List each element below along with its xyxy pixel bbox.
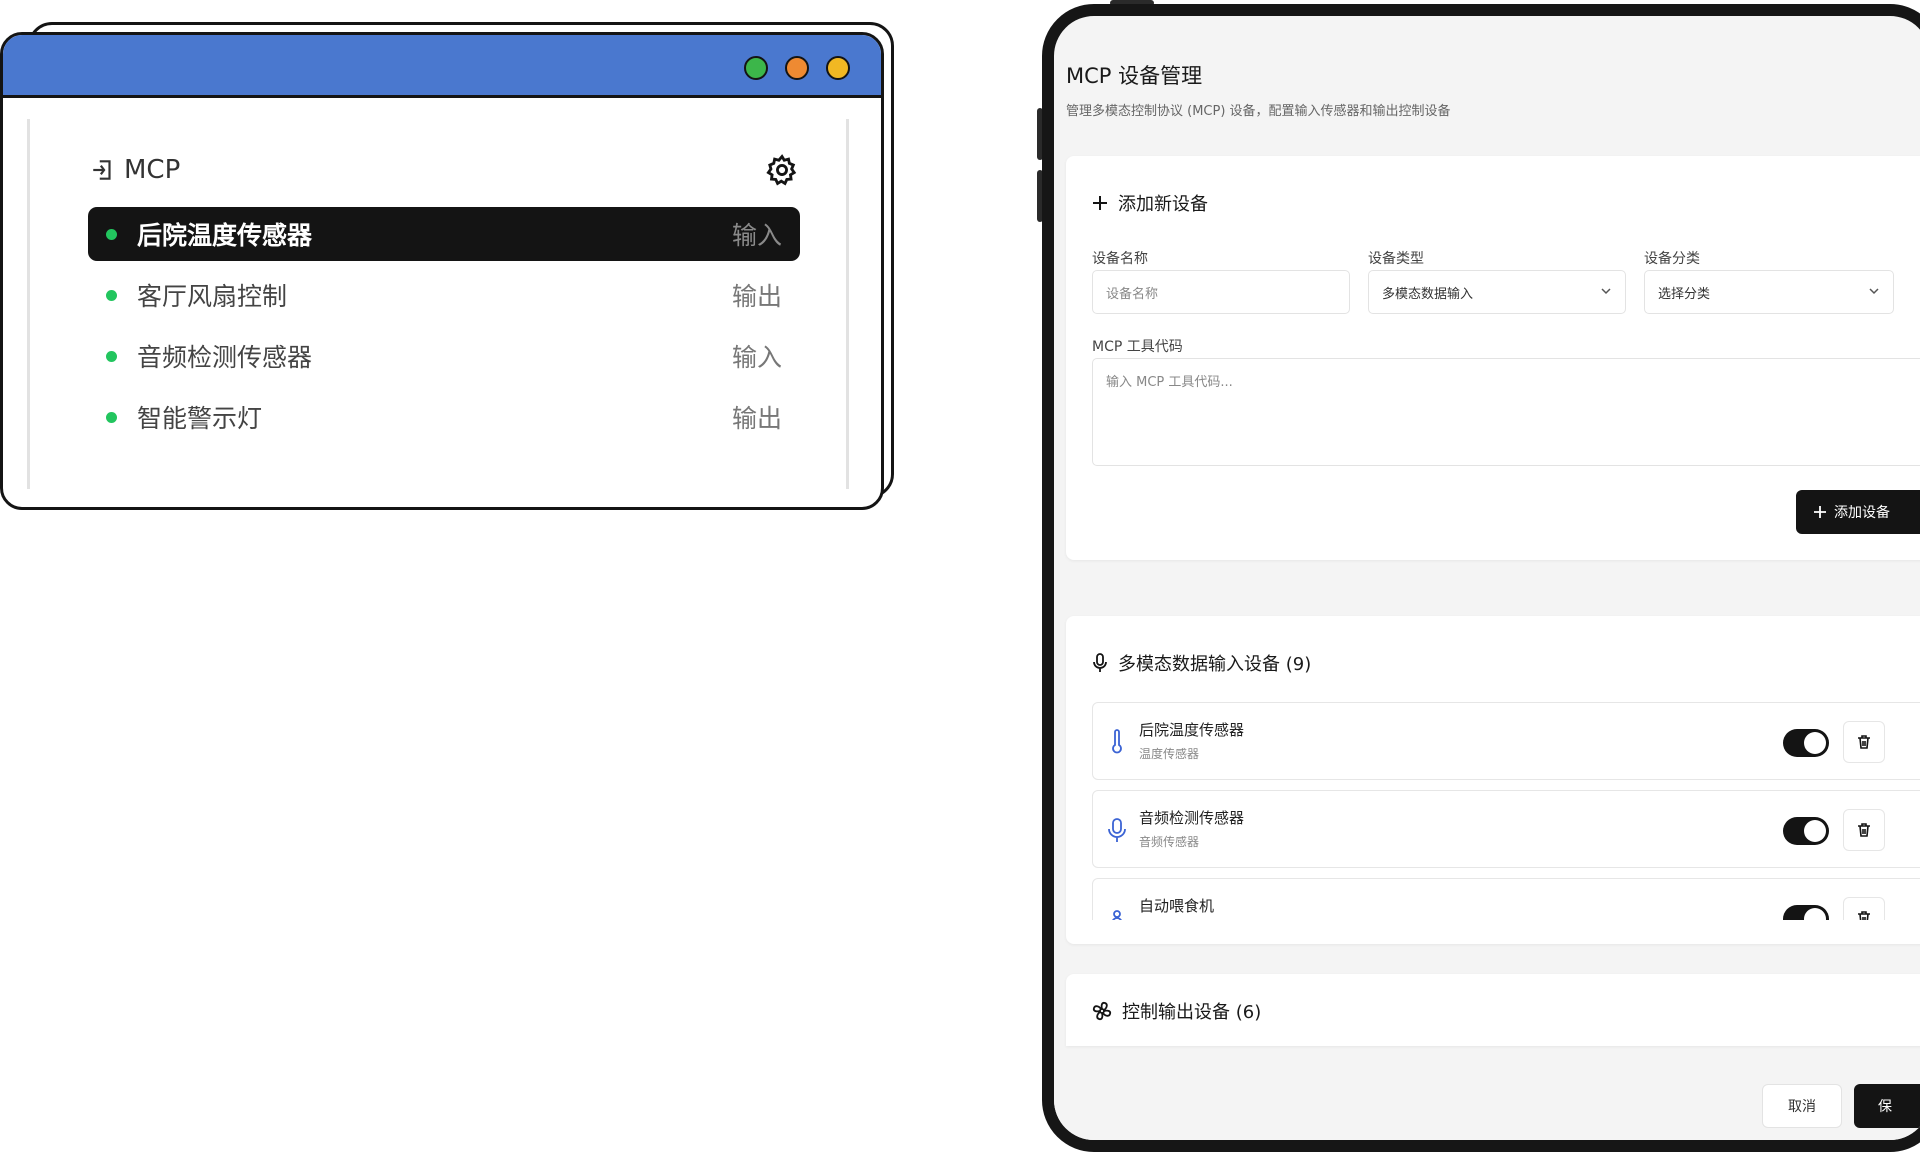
device-name: 音频检测传感器: [137, 343, 313, 372]
device-name: 自动喂食机: [1139, 897, 1215, 915]
device-kind: 输入: [731, 221, 782, 250]
add-device-heading: 添加新设备: [1092, 190, 1208, 216]
delete-device-button[interactable]: [1843, 809, 1885, 851]
mcp-header: MCP: [90, 155, 180, 185]
microphone-icon: [1093, 653, 1107, 672]
add-device-heading-text: 添加新设备: [1118, 194, 1208, 215]
input-devices-heading-text: 多模态数据输入设备 (9): [1118, 654, 1312, 675]
device-type-select[interactable]: 多模态数据输入: [1368, 270, 1626, 314]
list-item[interactable]: 后院温度传感器 温度传感器: [1092, 702, 1920, 780]
device-kind: 输出: [731, 282, 782, 311]
status-dot: [106, 411, 117, 423]
delete-device-button[interactable]: [1843, 897, 1885, 920]
chevron-down-icon: [1601, 288, 1611, 295]
page-subtitle: 管理多模态控制协议 (MCP) 设备，配置输入传感器和输出控制设备: [1066, 104, 1451, 119]
gear-icon[interactable]: [765, 153, 799, 187]
input-device-list[interactable]: 后院温度传感器 温度传感器 音频检测传感器 音频传感器 自动喂食机: [1066, 702, 1920, 920]
tablet-screen: MCP 设备管理 管理多模态控制协议 (MCP) 设备，配置输入传感器和输出控制…: [1054, 16, 1920, 1140]
device-name: 客厅风扇控制: [137, 282, 288, 311]
status-dot: [106, 289, 117, 301]
dialog-footer: 取消 保: [1054, 1062, 1920, 1140]
fan-icon: [1092, 1001, 1112, 1021]
add-device-button[interactable]: 添加设备: [1796, 490, 1920, 534]
trash-icon: [1858, 823, 1870, 837]
input-devices-heading: 多模态数据输入设备 (9): [1092, 650, 1311, 676]
mcp-panel: MCP 后院温度传感器 输入 客厅风扇控制 输出 音频检测传感器 输入 智能警示…: [27, 119, 849, 489]
mcp-header-title: MCP: [124, 155, 181, 185]
status-dot: [106, 350, 117, 362]
plus-icon: [1093, 196, 1107, 210]
page-title: MCP 设备管理: [1066, 64, 1203, 88]
tablet-frame: MCP 设备管理 管理多模态控制协议 (MCP) 设备，配置输入传感器和输出控制…: [1042, 4, 1920, 1152]
mcp-window: MCP 后院温度传感器 输入 客厅风扇控制 输出 音频检测传感器 输入 智能警示…: [0, 32, 884, 510]
trash-icon: [1858, 735, 1870, 749]
output-devices-card: 控制输出设备 (6): [1066, 974, 1920, 1046]
device-name: 音频检测传感器: [1139, 809, 1245, 827]
output-devices-heading: 控制输出设备 (6): [1092, 998, 1261, 1024]
mcp-code-label: MCP 工具代码: [1092, 339, 1183, 355]
list-item[interactable]: 音频检测传感器 音频传感器: [1092, 790, 1920, 868]
device-type: 音频传感器: [1139, 835, 1200, 849]
mcp-code-textarea[interactable]: 输入 MCP 工具代码...: [1092, 358, 1920, 466]
device-name: 后院温度传感器: [1139, 721, 1245, 739]
device-list-item[interactable]: 音频检测传感器 输入: [88, 329, 800, 383]
plus-icon: [1814, 506, 1826, 518]
device-list: 后院温度传感器 输入 客厅风扇控制 输出 音频检测传感器 输入 智能警示灯 输出: [88, 207, 800, 451]
device-enable-toggle[interactable]: [1783, 817, 1829, 845]
input-devices-card: 多模态数据输入设备 (9) 后院温度传感器 温度传感器 音频检测传感器 音频传感…: [1066, 616, 1920, 944]
device-category-value: 选择分类: [1658, 286, 1711, 302]
status-dot: [106, 228, 117, 240]
output-devices-heading-text: 控制输出设备 (6): [1122, 1002, 1262, 1023]
device-enable-toggle[interactable]: [1783, 729, 1829, 757]
window-close-button[interactable]: [826, 56, 850, 80]
device-list-item[interactable]: 智能警示灯 输出: [88, 390, 800, 444]
window-maximize-button[interactable]: [744, 56, 768, 80]
device-name: 智能警示灯: [137, 404, 263, 433]
device-list-item[interactable]: 后院温度传感器 输入: [88, 207, 800, 261]
thermometer-icon: [1112, 729, 1122, 754]
delete-device-button[interactable]: [1843, 721, 1885, 763]
window-titlebar: [3, 35, 881, 98]
chevron-down-icon: [1869, 288, 1879, 295]
device-category-label: 设备分类: [1644, 251, 1700, 267]
add-device-card: 添加新设备 设备名称 设备名称 设备类型 多模态数据输入 设备分类 选择分类 M…: [1066, 156, 1920, 560]
device-category-select[interactable]: 选择分类: [1644, 270, 1894, 314]
device-kind: 输入: [731, 343, 782, 372]
feeder-icon: [1112, 910, 1122, 920]
cancel-button[interactable]: 取消: [1762, 1084, 1842, 1128]
window-minimize-button[interactable]: [785, 56, 809, 80]
device-name: 后院温度传感器: [137, 221, 313, 250]
device-name-label: 设备名称: [1092, 251, 1148, 267]
device-name-input[interactable]: 设备名称: [1092, 270, 1350, 314]
device-type-label: 设备类型: [1368, 251, 1424, 267]
device-type: 温度传感器: [1139, 747, 1200, 761]
device-list-item[interactable]: 客厅风扇控制 输出: [88, 268, 800, 322]
microphone-icon: [1108, 818, 1126, 842]
trash-icon: [1858, 911, 1870, 920]
save-button[interactable]: 保: [1854, 1084, 1920, 1128]
login-icon: [93, 160, 111, 180]
device-kind: 输出: [731, 404, 782, 433]
list-item[interactable]: 自动喂食机: [1092, 878, 1920, 920]
device-type-value: 多模态数据输入: [1382, 286, 1474, 302]
add-device-button-label: 添加设备: [1834, 505, 1890, 521]
device-enable-toggle[interactable]: [1783, 905, 1829, 920]
